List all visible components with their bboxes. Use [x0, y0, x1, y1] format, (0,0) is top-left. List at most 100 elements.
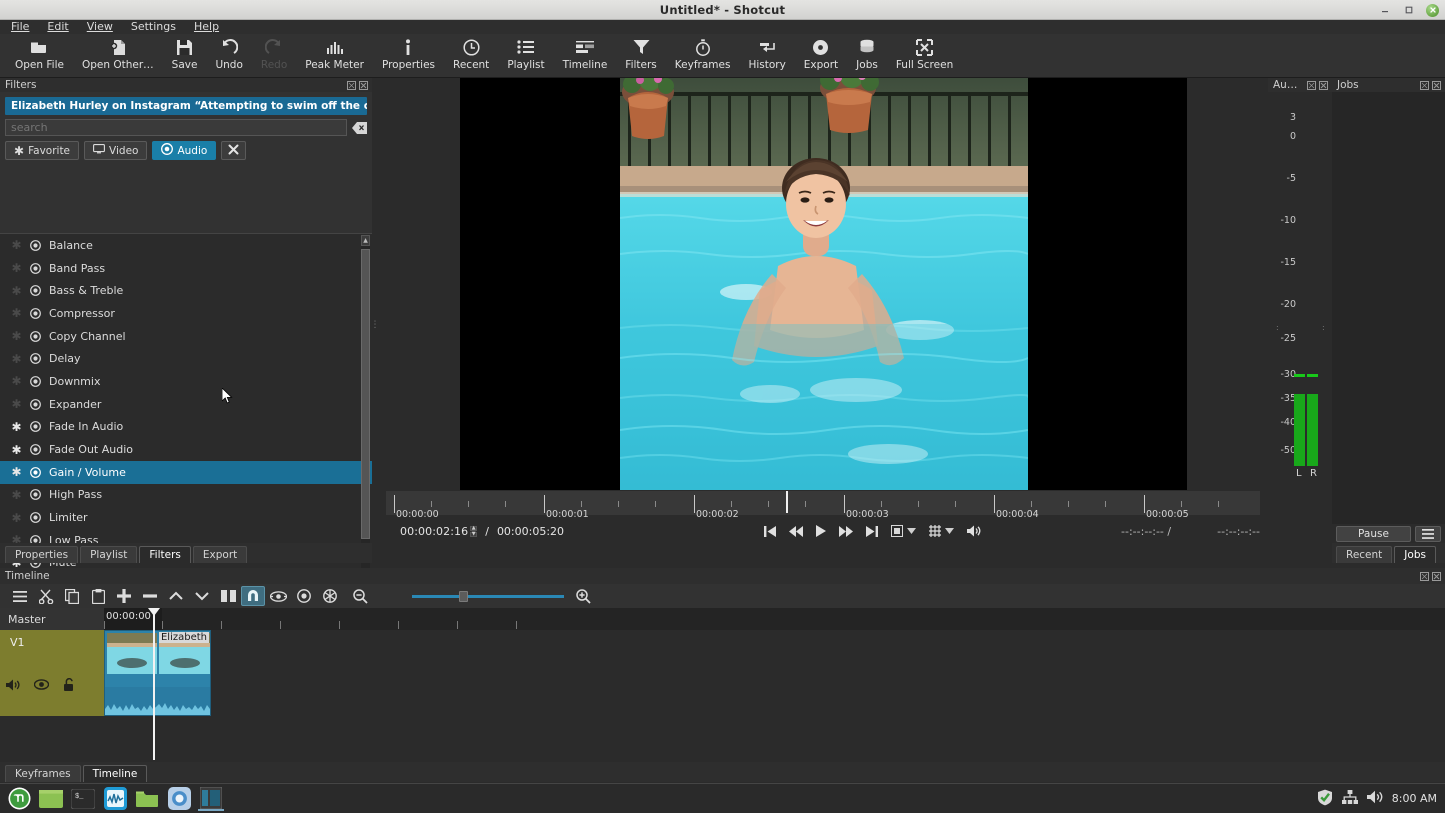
- track-head-v1[interactable]: V1: [0, 630, 104, 716]
- zoom-slider-track[interactable]: [412, 590, 564, 602]
- hamburger-menu-icon[interactable]: [1415, 526, 1441, 542]
- favorite-asterisk-icon[interactable]: ✱: [11, 307, 22, 319]
- minimize-icon[interactable]: [1378, 4, 1391, 17]
- toolbar-undo[interactable]: Undo: [206, 34, 251, 76]
- float-panel-icon[interactable]: [1307, 80, 1316, 90]
- player-ruler[interactable]: 00:00:00 00:00:01 00:00:02 00:00:03 00:0…: [386, 491, 1260, 520]
- close-panel-icon[interactable]: [1432, 80, 1441, 90]
- filter-category-audio[interactable]: Audio: [152, 141, 217, 160]
- shield-icon[interactable]: [1317, 789, 1333, 809]
- menu-help[interactable]: Help: [185, 20, 228, 34]
- timeline-track-v1-lane[interactable]: Elizabeth: [104, 630, 1445, 716]
- favorite-asterisk-icon[interactable]: ✱: [11, 444, 22, 456]
- tab-properties[interactable]: Properties: [5, 546, 79, 563]
- overwrite-down-icon[interactable]: [189, 585, 215, 607]
- track-head-master[interactable]: Master: [0, 608, 104, 630]
- favorite-asterisk-icon[interactable]: ✱: [11, 353, 22, 365]
- favorite-asterisk-icon[interactable]: ✱: [11, 330, 22, 342]
- network-icon[interactable]: [1341, 790, 1358, 807]
- filter-list-item[interactable]: ✱ Fade Out Audio: [0, 438, 372, 461]
- filter-list-item[interactable]: ✱ Compressor: [0, 302, 372, 325]
- toolbar-properties[interactable]: Properties: [373, 34, 444, 76]
- filter-list-item[interactable]: ✱ Delay: [0, 347, 372, 370]
- filter-clear-categories-button[interactable]: [221, 141, 247, 160]
- zoom-slider-knob[interactable]: [459, 590, 468, 602]
- scroll-up-arrow-icon[interactable]: ▲: [361, 235, 370, 246]
- float-panel-icon[interactable]: [1420, 80, 1429, 90]
- toolbar-export[interactable]: Export: [795, 34, 847, 76]
- paste-icon[interactable]: [85, 585, 111, 607]
- menu-file[interactable]: File: [8, 20, 38, 34]
- lift-up-icon[interactable]: [163, 585, 189, 607]
- player-playhead[interactable]: [786, 491, 788, 513]
- toolbar-peak-meter[interactable]: Peak Meter: [296, 34, 373, 76]
- filter-list-item[interactable]: ✱ Band Pass: [0, 257, 372, 280]
- tab-export[interactable]: Export: [192, 546, 248, 563]
- toolbar-filters[interactable]: Filters: [616, 34, 665, 76]
- skip-previous-icon[interactable]: [764, 525, 776, 537]
- unlock-icon[interactable]: [63, 677, 76, 694]
- favorite-asterisk-icon[interactable]: ✱: [11, 239, 22, 251]
- favorite-asterisk-icon[interactable]: ✱: [11, 466, 22, 478]
- tab-filters[interactable]: Filters: [139, 546, 191, 563]
- zoom-out-icon[interactable]: [347, 585, 373, 607]
- timeline-zoom-slider[interactable]: [412, 586, 564, 606]
- play-icon[interactable]: [816, 525, 826, 537]
- clear-search-icon[interactable]: [351, 120, 367, 136]
- toolbar-open-file[interactable]: Open File: [6, 34, 73, 76]
- filter-list-item[interactable]: ✱ Fade In Audio: [0, 416, 372, 439]
- audio-app-icon[interactable]: [102, 787, 128, 811]
- fast-forward-icon[interactable]: [839, 525, 853, 537]
- favorite-asterisk-icon[interactable]: ✱: [11, 398, 22, 410]
- close-icon[interactable]: [1426, 3, 1439, 17]
- snap-magnet-icon[interactable]: [241, 586, 265, 606]
- toolbar-history[interactable]: History: [739, 34, 794, 76]
- scrollbar-thumb[interactable]: [361, 249, 370, 539]
- tab-timeline[interactable]: Timeline: [82, 765, 148, 782]
- filter-list-item-selected[interactable]: ✱ Gain / Volume: [0, 460, 372, 484]
- favorite-asterisk-icon[interactable]: ✱: [11, 375, 22, 387]
- eye-icon[interactable]: [33, 679, 50, 693]
- tab-recent[interactable]: Recent: [1336, 546, 1393, 563]
- show-desktop-icon[interactable]: [38, 787, 64, 811]
- skip-next-icon[interactable]: [866, 525, 878, 537]
- copy-icon[interactable]: [59, 585, 85, 607]
- files-folder-icon[interactable]: [134, 787, 160, 811]
- zoom-in-icon[interactable]: [570, 585, 596, 607]
- menu-settings[interactable]: Settings: [122, 20, 185, 34]
- maximize-icon[interactable]: [1402, 4, 1415, 17]
- in-point-icon[interactable]: [891, 525, 903, 537]
- float-panel-icon[interactable]: [1420, 571, 1429, 581]
- close-panel-icon[interactable]: [1432, 571, 1441, 581]
- favorite-asterisk-icon[interactable]: ✱: [11, 512, 22, 524]
- speaker-icon[interactable]: [6, 679, 20, 694]
- shotcut-window-icon[interactable]: [198, 786, 224, 811]
- grid-dropdown-icon[interactable]: [945, 528, 954, 534]
- position-timecode-field[interactable]: 00:00:02:16 ▲ ▼ / 00:00:05:20: [400, 525, 564, 538]
- timeline-menu-icon[interactable]: [7, 585, 33, 607]
- spinner-up-icon[interactable]: ▲: [470, 525, 478, 531]
- favorite-asterisk-icon[interactable]: ✱: [11, 489, 22, 501]
- timecode-spinner[interactable]: ▲ ▼: [470, 525, 478, 537]
- filter-list-item[interactable]: ✱ High Pass: [0, 484, 372, 507]
- menu-view[interactable]: View: [78, 20, 122, 34]
- filter-category-video[interactable]: Video: [84, 141, 148, 160]
- append-plus-icon[interactable]: [111, 585, 137, 607]
- in-point-dropdown-icon[interactable]: [907, 528, 916, 534]
- float-panel-icon[interactable]: [347, 80, 356, 90]
- filter-list-item[interactable]: ✱ Bass & Treble: [0, 279, 372, 302]
- jobs-list[interactable]: [1332, 92, 1445, 524]
- toolbar-recent[interactable]: Recent: [444, 34, 498, 76]
- tab-jobs[interactable]: Jobs: [1394, 546, 1436, 563]
- tab-keyframes[interactable]: Keyframes: [5, 765, 81, 782]
- split-icon[interactable]: [215, 585, 241, 607]
- spinner-down-icon[interactable]: ▼: [470, 531, 478, 537]
- toolbar-full-screen[interactable]: Full Screen: [887, 34, 962, 76]
- favorite-asterisk-icon[interactable]: ✱: [11, 262, 22, 274]
- video-preview[interactable]: [460, 78, 1187, 490]
- toolbar-keyframes[interactable]: Keyframes: [666, 34, 740, 76]
- toolbar-jobs[interactable]: Jobs: [847, 34, 887, 76]
- search-input[interactable]: [5, 119, 347, 136]
- ripple-all-tracks-icon[interactable]: [317, 585, 343, 607]
- filter-list-item[interactable]: ✱ Expander: [0, 393, 372, 416]
